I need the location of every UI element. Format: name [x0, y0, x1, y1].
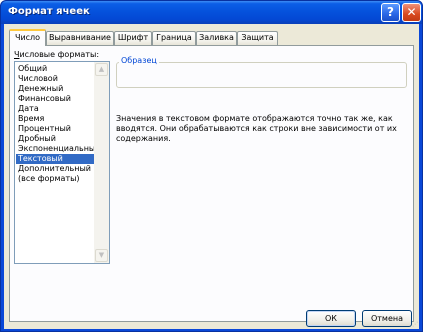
close-icon: ✕ [406, 5, 417, 19]
tab-fill[interactable]: Заливка [196, 31, 237, 45]
tab-strip: Число Выравнивание Шрифт Граница Заливка… [9, 29, 409, 46]
list-item-custom[interactable]: (все форматы) [16, 174, 95, 184]
chevron-down-icon: ▼ [98, 251, 105, 259]
list-item-number[interactable]: Числовой [16, 74, 95, 84]
sample-legend: Образец [119, 56, 159, 65]
dialog-title: Формат ячеек [8, 6, 90, 17]
list-item-special[interactable]: Дополнительный [16, 164, 95, 174]
tab-protection[interactable]: Защита [237, 31, 278, 45]
dialog-client-area: Число Выравнивание Шрифт Граница Заливка… [4, 24, 419, 329]
format-cells-dialog: Формат ячеек ? ✕ Число Выравнивание Шриф… [0, 0, 423, 332]
list-scrollbar[interactable]: ▲ ▼ [94, 62, 109, 263]
number-formats-label-text: исловые форматы: [19, 50, 100, 59]
cancel-button[interactable]: Отмена [362, 310, 412, 327]
list-item-percentage[interactable]: Процентный [16, 124, 95, 134]
list-item-fraction[interactable]: Дробный [16, 134, 95, 144]
list-item-scientific[interactable]: Экспоненциальный [16, 144, 100, 154]
number-formats-label: Числовые форматы: [14, 50, 99, 59]
help-button[interactable]: ? [381, 3, 400, 22]
list-item-currency[interactable]: Денежный [16, 84, 95, 94]
list-item-text[interactable]: Текстовый [16, 154, 95, 164]
tab-number[interactable]: Число [9, 29, 46, 46]
number-tab-panel: Числовые форматы: Общий Числовой Денежны… [9, 45, 414, 322]
format-list-items: Общий Числовой Денежный Финансовый Дата … [16, 64, 100, 184]
format-description: Значения в текстовом формате отображаютс… [116, 114, 397, 143]
number-formats-list[interactable]: Общий Числовой Денежный Финансовый Дата … [14, 61, 110, 264]
tab-border[interactable]: Граница [152, 31, 196, 45]
tab-alignment[interactable]: Выравнивание [46, 31, 114, 45]
sample-group: Образец [116, 56, 407, 88]
close-button[interactable]: ✕ [402, 3, 421, 22]
scroll-up-button[interactable]: ▲ [95, 63, 108, 76]
chevron-up-icon: ▲ [98, 65, 105, 73]
ok-button[interactable]: ОК [306, 310, 356, 327]
list-item-date[interactable]: Дата [16, 104, 95, 114]
scroll-down-button[interactable]: ▼ [95, 249, 108, 262]
tab-font[interactable]: Шрифт [114, 31, 152, 45]
list-item-time[interactable]: Время [16, 114, 95, 124]
resize-grip-icon[interactable]: ⋰ [412, 321, 418, 328]
title-bar[interactable]: Формат ячеек ? ✕ [1, 1, 422, 24]
help-icon: ? [387, 5, 394, 19]
list-item-general[interactable]: Общий [16, 64, 95, 74]
list-item-accounting[interactable]: Финансовый [16, 94, 95, 104]
